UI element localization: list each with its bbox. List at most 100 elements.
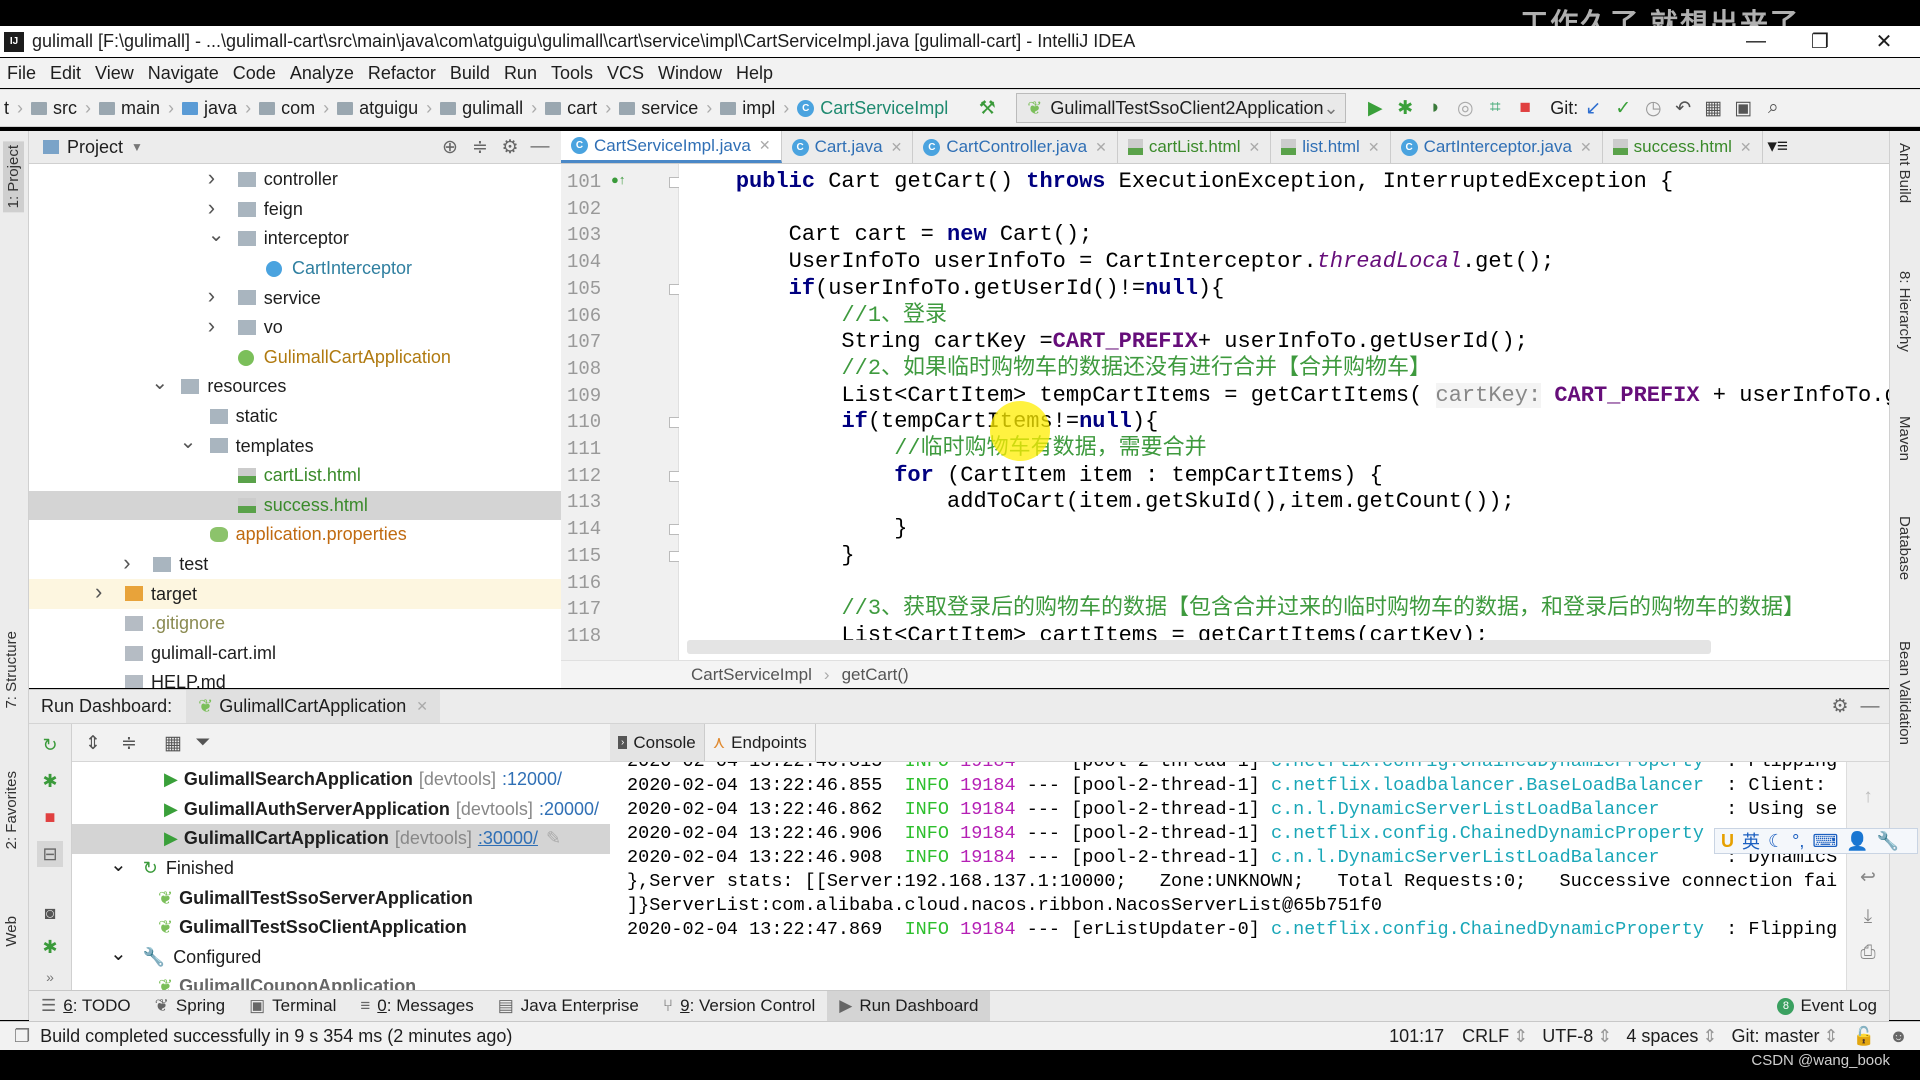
git-rollback-icon[interactable]: ↶ [1668, 93, 1698, 123]
run-dashboard-tab[interactable]: ❦ GulimallCartApplication ✕ [186, 690, 440, 723]
debug-attach-icon[interactable]: ✱ [37, 934, 63, 960]
code-editor[interactable]: public Cart getCart() throws ExecutionEx… [679, 164, 1889, 660]
tree-item[interactable]: gulimall-cart.iml [29, 639, 561, 669]
close-tab-icon[interactable]: ✕ [416, 698, 428, 715]
port-link[interactable]: :30000/ [478, 828, 538, 849]
tab-endpoints[interactable]: ⋏ Endpoints [705, 724, 816, 761]
line-separator[interactable]: CRLF [1462, 1026, 1509, 1047]
menu-analyze[interactable]: Analyze [283, 63, 361, 84]
stripe-structure[interactable]: 7: Structure [3, 631, 20, 709]
git-history-icon[interactable]: ◷ [1638, 93, 1668, 123]
tree-item[interactable]: application.properties [29, 520, 561, 550]
chevron-right-icon[interactable]: › [208, 195, 215, 221]
profile-icon[interactable]: ◎ [1450, 93, 1480, 123]
search-icon[interactable]: ⌕ [1758, 93, 1788, 123]
port-link[interactable]: :12000/ [502, 769, 562, 790]
chevron-right-icon[interactable]: › [208, 165, 215, 191]
tab-console[interactable]: › Console [610, 724, 705, 761]
run-config-item[interactable]: ▶ GulimallCartApplication [devtools]:30000… [72, 824, 610, 854]
attach-icon[interactable]: ⌗ [1480, 93, 1510, 123]
menu-navigate[interactable]: Navigate [141, 63, 226, 84]
menu-file[interactable]: File [0, 63, 43, 84]
stripe-hierarchy[interactable]: 8: Hierarchy [1896, 271, 1913, 352]
scroll-up-icon[interactable]: ↑ [1853, 782, 1883, 812]
stripe-web[interactable]: Web [3, 916, 20, 947]
hide-icon[interactable]: — [1855, 692, 1885, 722]
scroll-to-end-icon[interactable]: ⤓ [1853, 902, 1883, 932]
tree-item[interactable]: › target [29, 579, 561, 609]
tab-cartserviceimpl-java[interactable]: C CartServiceImpl.java ✕ [561, 131, 782, 163]
tool-terminal[interactable]: ▣ Terminal [237, 991, 348, 1021]
stripe-ant-build[interactable]: Ant Build [1896, 143, 1913, 203]
collapse-all-icon[interactable]: ≑ [114, 728, 144, 758]
tool-version-control[interactable]: ⑂ 9: Version Control [651, 991, 827, 1021]
stripe-project[interactable]: 1: Project [3, 141, 24, 213]
tree-item[interactable]: › service [29, 283, 561, 313]
project-structure-icon[interactable]: ▦ [1698, 93, 1728, 123]
nav-crumb[interactable]: gulimall › [436, 98, 541, 119]
restore-button[interactable]: ❐ [1792, 26, 1848, 57]
ime-language-toggle[interactable]: 英 [1742, 828, 1760, 854]
tree-item[interactable]: .gitignore [29, 609, 561, 639]
run-config-item[interactable]: ❦ GulimallCouponApplication [72, 972, 610, 990]
close-tab-icon[interactable]: ✕ [1740, 139, 1752, 156]
chevron-down-icon[interactable]: ⌄ [151, 370, 168, 395]
run-config-item[interactable]: ⌄ ↻ Finished [72, 854, 610, 884]
tool-java-enterprise[interactable]: ▤ Java Enterprise [486, 991, 651, 1021]
tab-success-html[interactable]: success.html ✕ [1603, 131, 1763, 163]
collapse-all-icon[interactable]: ≑ [465, 132, 495, 162]
lock-icon[interactable]: 🔓 [1853, 1026, 1875, 1047]
tool-run-dashboard[interactable]: ▶ Run Dashboard [827, 991, 991, 1021]
tree-item[interactable]: success.html [29, 490, 561, 521]
ime-punct-icon[interactable]: °, [1792, 831, 1804, 852]
close-tab-icon[interactable]: ✕ [1095, 139, 1107, 156]
presentation-icon[interactable]: ▣ [1728, 93, 1758, 123]
menu-tools[interactable]: Tools [544, 63, 600, 84]
ime-keyboard-icon[interactable]: ⌨ [1812, 831, 1838, 852]
tab-list-html[interactable]: list.html ✕ [1271, 131, 1391, 163]
tree-item[interactable]: › feign [29, 195, 561, 225]
close-tab-icon[interactable]: ✕ [1368, 139, 1380, 156]
filter-icon[interactable]: ⏷ [188, 728, 218, 758]
editor-horizontal-scrollbar[interactable] [687, 640, 1711, 654]
stripe-maven[interactable]: Maven [1896, 416, 1913, 461]
tree-item[interactable]: static [29, 402, 561, 432]
build-hammer-icon[interactable]: ⚒ [972, 93, 1002, 123]
git-commit-icon[interactable]: ✓ [1608, 93, 1638, 123]
gear-icon[interactable]: ⚙ [495, 132, 525, 162]
indent-setting[interactable]: 4 spaces [1626, 1026, 1698, 1047]
menu-refactor[interactable]: Refactor [361, 63, 443, 84]
run-icon[interactable]: ▶ [1360, 93, 1390, 123]
project-view-select[interactable]: Project [67, 137, 123, 158]
nav-crumb[interactable]: src › [27, 98, 95, 119]
stripe-favorites[interactable]: 2: Favorites [3, 771, 20, 849]
tree-item[interactable]: ⌄ resources [29, 372, 561, 402]
tree-item[interactable]: cartList.html [29, 461, 561, 491]
minimize-button[interactable]: — [1728, 26, 1784, 57]
chevron-right-icon[interactable]: › [95, 579, 102, 605]
tool-list[interactable]: ☰ 6: TODO [29, 991, 143, 1021]
gear-icon[interactable]: ⚙ [1825, 692, 1855, 722]
debug-icon[interactable]: ✱ [1390, 93, 1420, 123]
print-icon[interactable]: ⎙ [1853, 938, 1883, 968]
tab-cart-java[interactable]: C Cart.java ✕ [782, 131, 914, 163]
menu-help[interactable]: Help [729, 63, 780, 84]
run-config-item[interactable]: ❦ GulimallTestSsoClientApplication [72, 913, 610, 943]
nav-crumb[interactable]: service › [615, 98, 716, 119]
menu-build[interactable]: Build [443, 63, 497, 84]
tab-cartlist-html[interactable]: cartList.html ✕ [1118, 131, 1272, 163]
file-encoding[interactable]: UTF-8 [1542, 1026, 1593, 1047]
rerun-icon[interactable]: ↻ [37, 732, 63, 758]
nav-crumb[interactable]: t › [0, 98, 27, 119]
nav-crumb[interactable]: com › [255, 98, 333, 119]
run-config-item[interactable]: ⌄ 🔧 Configured [72, 943, 610, 973]
close-tab-icon[interactable]: ✕ [759, 137, 771, 154]
breadcrumb-class[interactable]: CartServiceImpl [691, 665, 812, 685]
menu-run[interactable]: Run [497, 63, 544, 84]
menu-vcs[interactable]: VCS [600, 63, 651, 84]
tree-item[interactable]: GulimallCartApplication [29, 343, 561, 373]
chevron-right-icon[interactable]: › [123, 550, 130, 576]
tab-list-icon[interactable]: ▾≡ [1763, 131, 1793, 161]
tool-messages[interactable]: ≡ 0: Messages [348, 991, 485, 1021]
tree-item[interactable]: › vo [29, 313, 561, 343]
